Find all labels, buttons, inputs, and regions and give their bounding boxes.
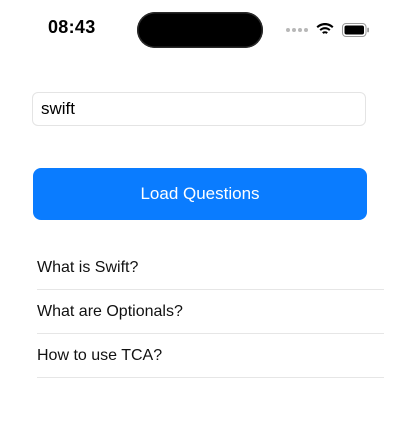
- question-item[interactable]: How to use TCA?: [37, 334, 384, 378]
- question-title: How to use TCA?: [37, 346, 163, 364]
- question-title: What is Swift?: [37, 259, 139, 276]
- battery-icon: [342, 23, 369, 37]
- question-item[interactable]: What is Swift?: [37, 247, 384, 290]
- question-list: What is Swift? What are Optionals? How t…: [37, 247, 384, 378]
- load-questions-button-label: Load Questions: [140, 184, 260, 203]
- status-icons: [286, 22, 370, 38]
- question-title: What are Optionals?: [37, 302, 183, 320]
- search-input[interactable]: [32, 92, 366, 126]
- load-questions-button[interactable]: Load Questions: [33, 168, 367, 220]
- wifi-icon: [316, 23, 334, 36]
- status-time: 08:43: [48, 17, 96, 37]
- signal-dots-icon: [286, 28, 308, 32]
- status-bar: 08:43: [0, 0, 400, 60]
- dynamic-island: [137, 12, 263, 48]
- question-item[interactable]: What are Optionals?: [37, 290, 384, 334]
